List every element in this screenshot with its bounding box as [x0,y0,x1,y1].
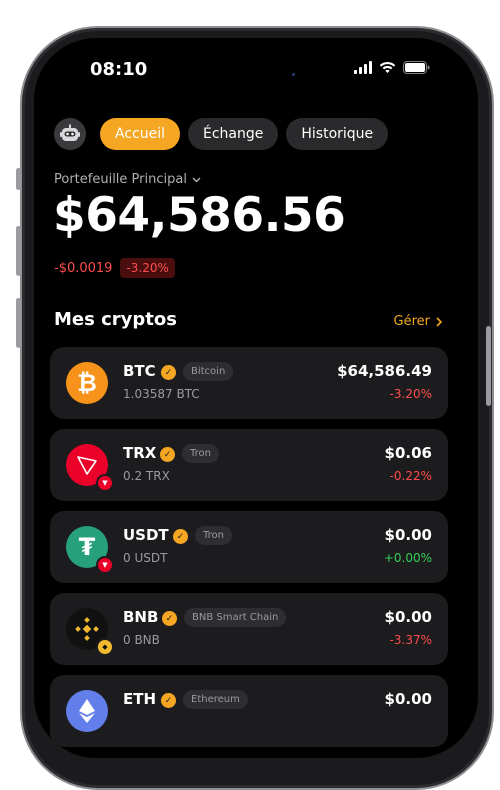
asset-usd-value: $0.00 [384,526,432,544]
wifi-icon [379,61,396,73]
section-title: Mes cryptos [54,309,177,330]
asset-change: -0.22% [389,469,432,483]
tab-historique[interactable]: Historique [286,118,389,150]
asset-usd-value: $0.00 [384,608,432,626]
bnb-chain-badge-icon: ◆ [96,638,114,656]
phone-side-button [16,226,21,276]
total-balance: $64,586.56 [53,188,346,243]
asset-change: -3.37% [389,633,432,647]
asset-symbol: USDT [123,526,169,544]
tron-chain-badge-icon: ▼ [96,474,114,492]
status-icons [354,61,430,74]
wallet-selector[interactable]: Portefeuille Principal [54,172,201,187]
change-percent-badge: -3.20% [120,258,175,278]
asset-card-btc[interactable]: ₿ BTC ✓ Bitcoin 1.03587 BTC $64,586.49 -… [50,347,448,419]
tab-accueil[interactable]: Accueil [100,118,180,150]
manage-label: Gérer [393,314,430,329]
network-tag: Tron [182,444,219,463]
manage-button[interactable]: Gérer [394,314,442,329]
phone-side-button [486,326,491,406]
tab-echange[interactable]: Échange [188,118,279,150]
asset-amount: 0 BNB [123,633,160,647]
asset-amount: 0.2 TRX [123,469,170,483]
asset-amount: 1.03587 BTC [123,387,200,401]
phone-side-button [16,298,21,348]
asset-card-trx[interactable]: ▼ TRX ✓ Tron 0.2 TRX $0.06 -0.22% [50,429,448,501]
battery-icon [403,61,430,74]
asset-symbol: ETH [123,690,157,708]
asset-usd-value: $64,586.49 [337,362,432,380]
change-amount: -$0.0019 [54,260,113,276]
verified-check-icon: ✓ [161,693,176,708]
asset-card-eth[interactable]: ETH ✓ Ethereum $0.00 [50,675,448,747]
phone-side-button [16,168,21,190]
chevron-right-icon [436,316,442,327]
app-screen: 08:10 Accueil Échange Historique Portefe… [34,38,478,758]
asset-amount: 0 USDT [123,551,168,565]
tron-chain-badge-icon: ▼ [96,556,114,574]
network-tag: BNB Smart Chain [184,608,287,627]
asset-card-usdt[interactable]: ₮ ▼ USDT ✓ Tron 0 USDT $0.00 +0.00% [50,511,448,583]
asset-card-bnb[interactable]: ◆ BNB ✓ BNB Smart Chain 0 BNB $0.00 -3.3… [50,593,448,665]
bitcoin-icon: ₿ [66,362,108,404]
asset-usd-value: $0.00 [384,690,432,708]
balance-change: -$0.0019 -3.20% [54,258,175,278]
verified-check-icon: ✓ [160,447,175,462]
camera-dot [292,73,295,76]
wallet-name: Portefeuille Principal [54,172,187,187]
verified-check-icon: ✓ [173,529,188,544]
asset-change: +0.00% [383,551,432,565]
status-bar: 08:10 [34,59,478,83]
verified-check-icon: ✓ [161,365,176,380]
ethereum-icon [66,690,108,732]
network-tag: Tron [195,526,232,545]
asset-symbol: TRX [123,444,157,462]
network-tag: Bitcoin [183,362,234,381]
robot-avatar-icon [60,124,80,141]
asset-symbol: BNB [123,608,159,626]
cellular-signal-icon [354,61,372,74]
chevron-down-icon [192,177,201,182]
verified-check-icon: ✓ [162,611,177,626]
status-time: 08:10 [90,59,148,80]
asset-symbol: BTC [123,362,156,380]
asset-change: -3.20% [389,387,432,401]
top-nav: Accueil Échange Historique [54,118,389,150]
avatar[interactable] [54,118,86,150]
asset-usd-value: $0.06 [384,444,432,462]
